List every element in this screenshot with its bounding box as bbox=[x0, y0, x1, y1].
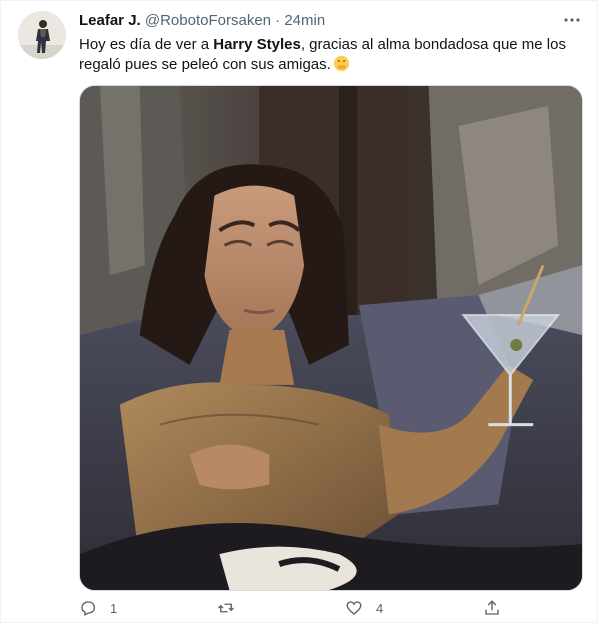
retweet-icon bbox=[218, 603, 234, 613]
avatar[interactable] bbox=[18, 11, 66, 59]
heart-icon bbox=[346, 601, 362, 615]
tweet-image[interactable] bbox=[79, 85, 583, 591]
tweet-text: Hoy es día de ver a Harry Styles, gracia… bbox=[79, 35, 579, 75]
author-handle[interactable]: @RobotoForsaken bbox=[145, 12, 271, 29]
reply-icon bbox=[81, 601, 96, 616]
hand-over-mouth-emoji-icon bbox=[333, 55, 349, 72]
author-name[interactable]: Leafar J. bbox=[79, 12, 141, 29]
meme-photo bbox=[80, 86, 582, 590]
avatar-image bbox=[18, 11, 66, 59]
tweet-actions: 1 4 bbox=[79, 599, 509, 623]
like-button[interactable]: 4 bbox=[345, 599, 383, 617]
more-options-icon[interactable] bbox=[561, 9, 583, 31]
retweet-button[interactable] bbox=[217, 599, 248, 617]
tweet-text-bold: Harry Styles bbox=[213, 36, 301, 53]
share-button[interactable] bbox=[483, 599, 501, 617]
reply-count: 1 bbox=[110, 600, 118, 616]
timestamp[interactable]: 24min bbox=[284, 12, 325, 29]
reply-button[interactable]: 1 bbox=[79, 599, 117, 617]
tweet-card[interactable]: Leafar J. @RobotoForsaken · 24min Hoy es… bbox=[0, 0, 598, 623]
tweet-header: Leafar J. @RobotoForsaken · 24min bbox=[79, 11, 325, 31]
share-icon bbox=[485, 600, 499, 615]
tweet-text-before: Hoy es día de ver a bbox=[79, 36, 214, 53]
separator-dot: · bbox=[275, 12, 281, 29]
like-count: 4 bbox=[376, 600, 384, 616]
